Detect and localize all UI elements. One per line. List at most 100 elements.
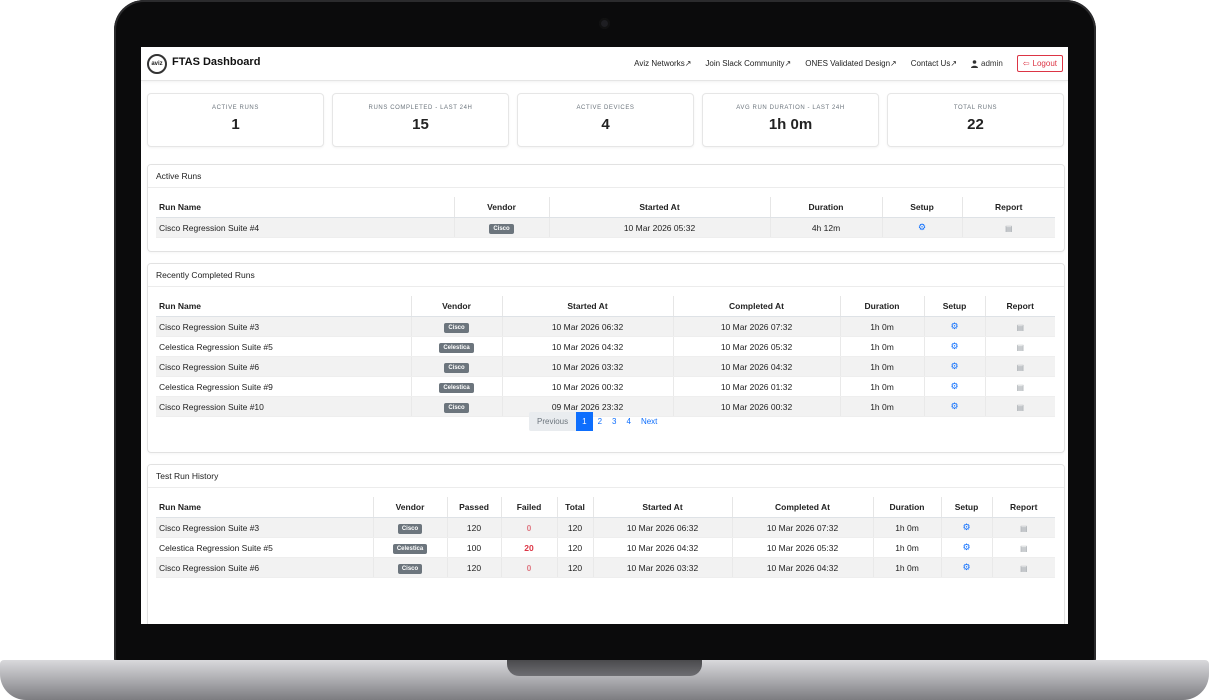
document-icon[interactable]: ▤ <box>1016 403 1024 412</box>
stat-value: 1 <box>231 116 240 133</box>
stats-row: Active Runs 1 Runs Completed - Last 24h … <box>147 93 1064 147</box>
nav-ones-validated-design[interactable]: ONES Validated Design↗ <box>805 59 897 68</box>
document-icon[interactable]: ▤ <box>1020 524 1028 533</box>
active-runs-card: Active Runs Run Name Vendor Started At D… <box>147 164 1065 252</box>
run-name[interactable]: Cisco Regression Suite #3 <box>156 316 411 337</box>
run-name[interactable]: Cisco Regression Suite #4 <box>156 217 454 238</box>
gear-icon[interactable]: ⚙ <box>918 222 926 232</box>
document-icon[interactable]: ▤ <box>1005 224 1013 233</box>
vendor-badge: Cisco <box>397 523 423 534</box>
webcam <box>599 18 610 29</box>
document-icon[interactable]: ▤ <box>1016 323 1024 332</box>
col-setup: Setup <box>881 197 962 218</box>
vendor-badge: Celestica <box>439 382 474 393</box>
nav-contact-us[interactable]: Contact Us↗ <box>911 59 957 68</box>
gear-icon[interactable]: ⚙ <box>950 381 958 391</box>
gear-icon[interactable]: ⚙ <box>950 341 958 351</box>
aviz-logo: aviz <box>147 54 167 74</box>
duration: 1h 0m <box>839 336 924 357</box>
table-row: Celestica Regression Suite #5 Celestica … <box>156 537 1055 558</box>
run-name[interactable]: Cisco Regression Suite #10 <box>156 396 411 417</box>
gear-icon[interactable]: ⚙ <box>950 321 958 331</box>
stat-active-runs: Active Runs 1 <box>147 93 324 147</box>
document-icon[interactable]: ▤ <box>1016 363 1024 372</box>
completed-at: 10 Mar 2026 07:32 <box>731 517 873 538</box>
document-icon[interactable]: ▤ <box>1020 544 1028 553</box>
pagination-next[interactable]: Next <box>636 412 662 431</box>
col-run-name: Run Name <box>156 497 373 518</box>
user-menu[interactable]: admin <box>971 59 1003 68</box>
started-at: 10 Mar 2026 03:32 <box>592 557 732 578</box>
col-started-at: Started At <box>501 296 673 317</box>
document-icon[interactable]: ▤ <box>1020 564 1028 573</box>
run-name[interactable]: Cisco Regression Suite #6 <box>156 356 411 377</box>
gear-icon[interactable]: ⚙ <box>962 542 970 552</box>
pagination-page-4[interactable]: 4 <box>621 412 635 431</box>
nav-join-slack[interactable]: Join Slack Community↗ <box>705 59 791 68</box>
gear-icon[interactable]: ⚙ <box>950 401 958 411</box>
run-name[interactable]: Celestica Regression Suite #9 <box>156 376 411 397</box>
started-at: 10 Mar 2026 06:32 <box>501 316 673 337</box>
stat-value: 4 <box>601 116 610 133</box>
col-run-name: Run Name <box>156 296 411 317</box>
pagination-page-2[interactable]: 2 <box>593 412 607 431</box>
pagination-page-1[interactable]: 1 <box>576 412 593 431</box>
col-duration: Duration <box>839 296 924 317</box>
failed-count: 20 <box>524 542 534 553</box>
run-name[interactable]: Celestica Regression Suite #5 <box>156 336 411 357</box>
duration: 1h 0m <box>839 376 924 397</box>
duration: 1h 0m <box>872 537 941 558</box>
col-duration: Duration <box>872 497 941 518</box>
vendor-badge: Cisco <box>444 362 469 373</box>
run-name[interactable]: Celestica Regression Suite #5 <box>156 537 373 558</box>
nav-links: Aviz Networks↗ Join Slack Community↗ ONE… <box>634 55 1063 72</box>
started-at: 10 Mar 2026 04:32 <box>501 336 673 357</box>
completed-at: 10 Mar 2026 04:32 <box>731 557 873 578</box>
gear-icon[interactable]: ⚙ <box>950 361 958 371</box>
passed-count: 120 <box>446 517 501 538</box>
passed-count: 120 <box>446 557 501 578</box>
total-count: 120 <box>556 517 593 538</box>
duration: 1h 0m <box>872 557 941 578</box>
run-name[interactable]: Cisco Regression Suite #3 <box>156 517 373 538</box>
col-completed-at: Completed At <box>731 497 873 518</box>
active-runs-table: Run Name Vendor Started At Duration Setu… <box>156 197 1055 238</box>
card-title: Active Runs <box>148 165 1064 188</box>
stat-label: Total Runs <box>953 105 998 111</box>
document-icon[interactable]: ▤ <box>1016 383 1024 392</box>
logout-button[interactable]: ⇦ Logout <box>1016 55 1063 72</box>
col-setup: Setup <box>940 497 992 518</box>
completed-at: 10 Mar 2026 00:32 <box>672 396 840 417</box>
table-row: Cisco Regression Suite #4 Cisco 10 Mar 2… <box>156 217 1055 238</box>
col-duration: Duration <box>769 197 882 218</box>
user-icon <box>971 59 979 68</box>
stat-total-runs: Total Runs 22 <box>887 93 1064 147</box>
duration: 1h 0m <box>839 396 924 417</box>
vendor-badge: Cisco <box>444 402 469 413</box>
stat-active-devices: Active Devices 4 <box>517 93 694 147</box>
col-report: Report <box>991 497 1055 518</box>
duration: 1h 0m <box>839 356 924 377</box>
pagination-previous[interactable]: Previous <box>529 412 577 431</box>
completed-runs-card: Recently Completed Runs Run Name Vendor … <box>147 263 1065 453</box>
started-at: 10 Mar 2026 00:32 <box>501 376 673 397</box>
gear-icon[interactable]: ⚙ <box>962 522 970 532</box>
screen: aviz FTAS Dashboard Aviz Networks↗ Join … <box>141 47 1068 624</box>
started-at: 10 Mar 2026 05:32 <box>548 217 770 238</box>
table-row: Cisco Regression Suite #3 Cisco 120 0 12… <box>156 517 1055 538</box>
run-name[interactable]: Cisco Regression Suite #6 <box>156 557 373 578</box>
history-table: Run Name Vendor Passed Failed Total Star… <box>156 497 1055 578</box>
passed-count: 100 <box>446 537 501 558</box>
pagination-page-3[interactable]: 3 <box>607 412 621 431</box>
nav-aviz-networks[interactable]: Aviz Networks↗ <box>634 59 691 68</box>
app-title[interactable]: FTAS Dashboard <box>172 56 260 68</box>
total-count: 120 <box>556 557 593 578</box>
gear-icon[interactable]: ⚙ <box>962 562 970 572</box>
document-icon[interactable]: ▤ <box>1016 343 1024 352</box>
col-report: Report <box>984 296 1055 317</box>
completed-at: 10 Mar 2026 05:32 <box>731 537 873 558</box>
col-run-name: Run Name <box>156 197 454 218</box>
col-completed-at: Completed At <box>672 296 840 317</box>
col-vendor: Vendor <box>410 296 502 317</box>
failed-count: 0 <box>526 562 532 573</box>
